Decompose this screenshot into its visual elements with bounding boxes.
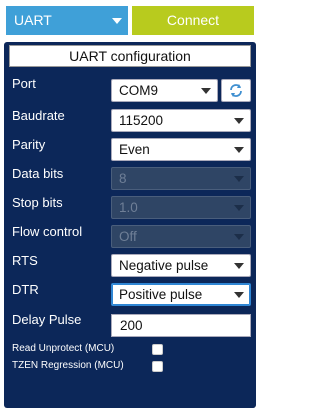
rts-label: RTS [12,253,38,268]
data-bits-select-value: 8 [119,171,127,186]
chevron-down-icon [112,18,122,24]
interface-select-label: UART [14,12,52,28]
refresh-icon [230,84,242,97]
connect-button[interactable]: Connect [132,6,254,35]
rts-select-value: Negative pulse [119,258,209,273]
baudrate-select[interactable]: 115200 [111,109,251,132]
chevron-down-icon [234,234,244,240]
dtr-select-value: Positive pulse [119,287,203,302]
interface-select[interactable]: UART [6,6,128,35]
dtr-select[interactable]: Positive pulse [111,283,251,306]
stop-bits-select-value: 1.0 [119,200,138,215]
delay-pulse-input[interactable]: 200 [111,314,251,337]
dtr-label: DTR [12,282,39,297]
flow-control-select: Off [111,225,251,248]
chevron-down-icon [234,118,244,124]
port-label: Port [12,76,36,91]
read-unprotect-label: Read Unprotect (MCU) [12,343,115,354]
chevron-down-icon [201,88,211,94]
chevron-down-icon [234,205,244,211]
stop-bits-label: Stop bits [12,195,63,210]
stop-bits-select: 1.0 [111,196,251,219]
tzen-regression-label: TZEN Regression (MCU) [12,360,124,371]
refresh-ports-button[interactable] [221,79,251,102]
delay-pulse-label: Delay Pulse [12,312,82,327]
chevron-down-icon [234,147,244,153]
data-bits-select: 8 [111,167,251,190]
flow-control-select-value: Off [119,229,137,244]
port-select[interactable]: COM9 [111,79,218,102]
port-select-value: COM9 [119,83,159,98]
parity-select-value: Even [119,142,150,157]
chevron-down-icon [234,176,244,182]
panel-title: UART configuration [9,45,251,67]
read-unprotect-checkbox[interactable] [152,344,163,355]
tzen-regression-checkbox[interactable] [152,361,163,372]
parity-select[interactable]: Even [111,138,251,161]
data-bits-label: Data bits [12,166,64,181]
flow-control-label: Flow control [12,224,83,239]
chevron-down-icon [234,292,244,298]
rts-select[interactable]: Negative pulse [111,254,251,277]
baudrate-select-value: 115200 [119,113,164,128]
baudrate-label: Baudrate [12,108,65,123]
top-bar: UART Connect [0,0,260,40]
parity-label: Parity [12,137,46,152]
uart-configuration-panel: UART configuration Port COM9 Baudrate 11… [4,42,256,408]
chevron-down-icon [234,263,244,269]
